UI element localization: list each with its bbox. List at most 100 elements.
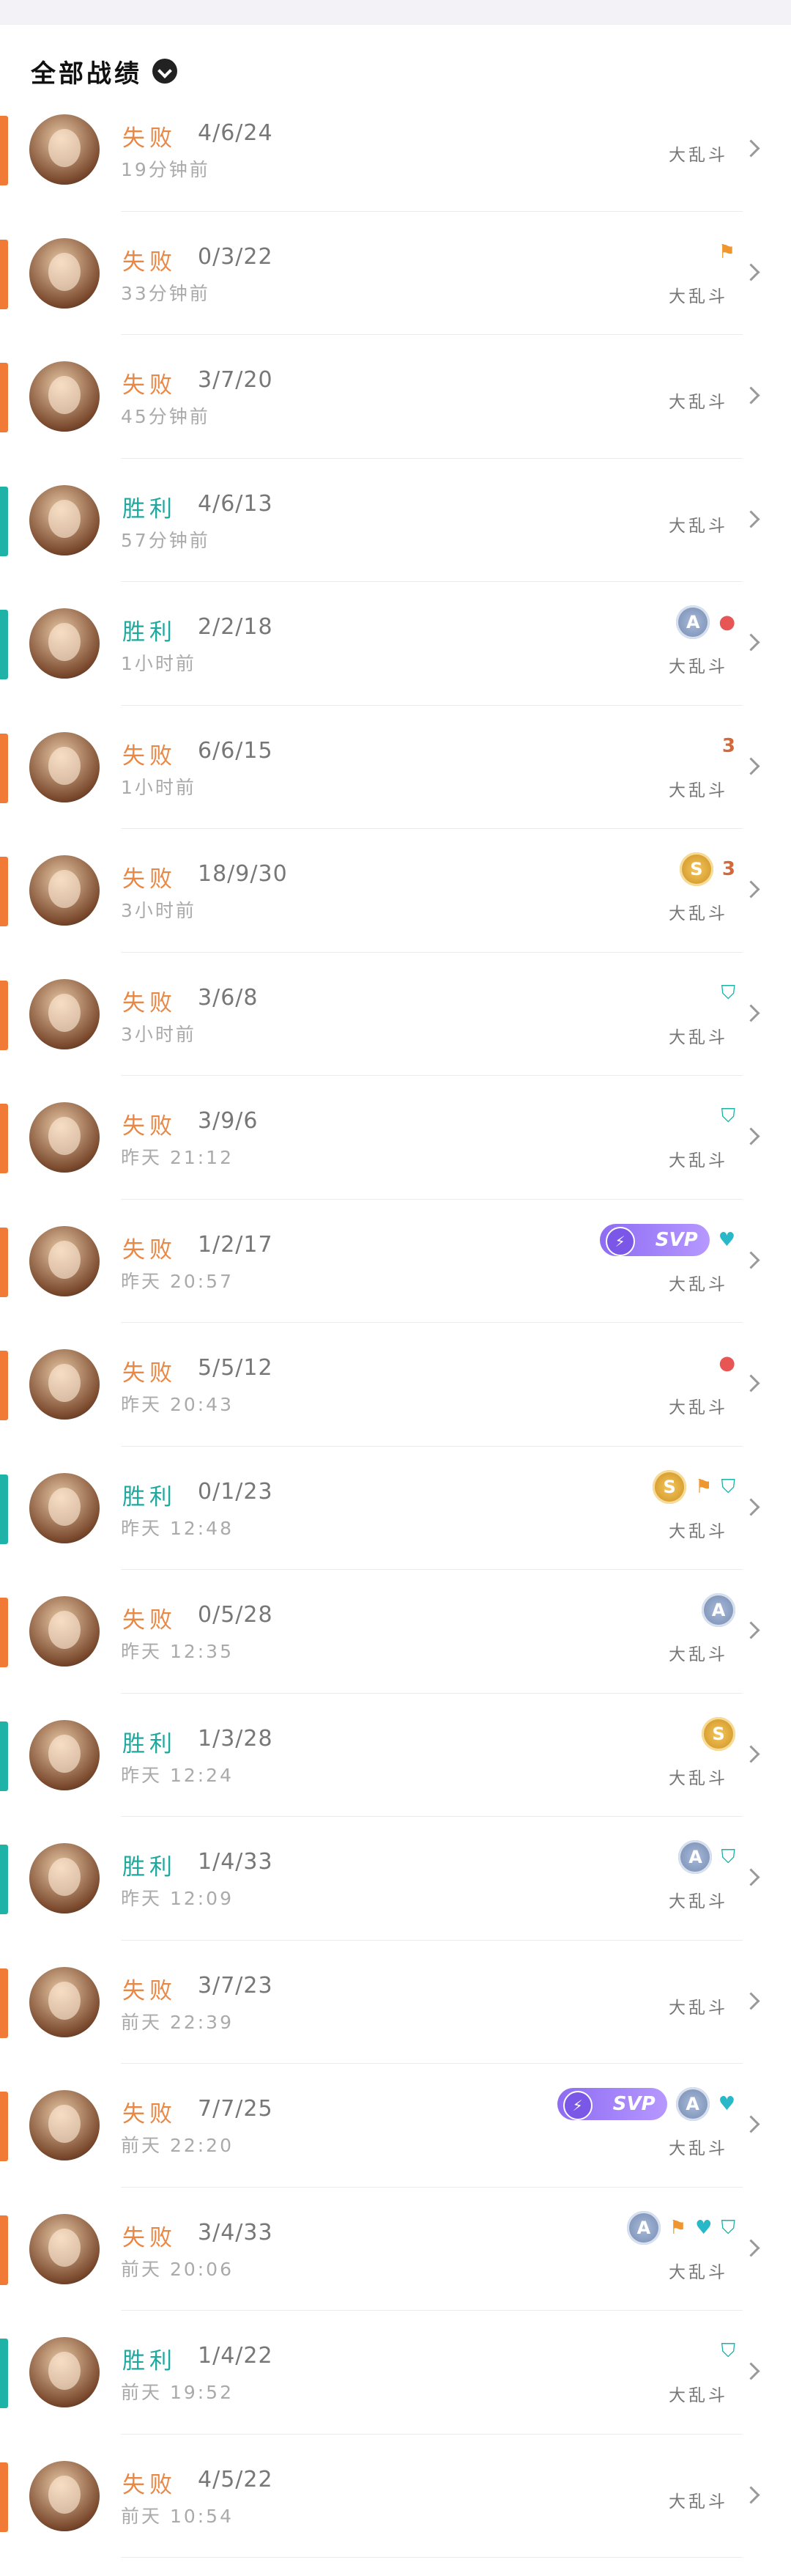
- chevron-right-icon[interactable]: [742, 386, 760, 405]
- match-time: 前天 22:20: [121, 2135, 234, 2156]
- match-kda: 1/4/33: [198, 1849, 273, 1875]
- match-badges: SVPA ♥: [557, 2086, 735, 2122]
- match-row[interactable]: 失败 3/6/8 3小时前 ⛉ 大乱斗: [0, 953, 791, 1076]
- chevron-right-icon[interactable]: [742, 509, 760, 528]
- champion-avatar: [29, 2460, 100, 2531]
- champion-avatar: [29, 1843, 100, 1913]
- chevron-right-icon[interactable]: [742, 1003, 760, 1022]
- chevron-right-icon[interactable]: [742, 262, 760, 281]
- match-kda: 3/9/6: [198, 1108, 259, 1134]
- champion-avatar: [29, 2213, 100, 2284]
- match-result: 失败: [122, 1977, 177, 2004]
- chevron-right-icon[interactable]: [742, 1250, 760, 1269]
- match-badges: ⛉: [721, 1098, 735, 1134]
- match-row[interactable]: 胜利 1/4/33 昨天 12:09 A ⛉ 大乱斗: [0, 1817, 791, 1941]
- match-result: 胜利: [122, 2348, 177, 2374]
- match-row[interactable]: 失败 7/7/25 前天 22:20 SVPA ♥ 大乱斗: [0, 2064, 791, 2188]
- match-row[interactable]: 失败 3/7/23 前天 22:39 大乱斗: [0, 1941, 791, 2064]
- match-time: 前天 19:52: [121, 2382, 234, 2403]
- result-indicator-bar: [0, 1845, 8, 1914]
- chevron-right-icon[interactable]: [742, 2485, 760, 2504]
- chevron-right-icon[interactable]: [742, 1374, 760, 1392]
- result-indicator-bar: [0, 363, 8, 432]
- match-row[interactable]: 失败 1/2/17 昨天 20:57 SVP ♥ 大乱斗: [0, 1200, 791, 1323]
- chevron-right-icon[interactable]: [742, 1868, 760, 1886]
- shield-icon: ⛉: [721, 1475, 735, 1498]
- game-mode: 大乱斗: [669, 1521, 728, 1541]
- match-kda: 2/2/18: [198, 614, 273, 640]
- match-kda: 4/5/22: [198, 2466, 273, 2492]
- champion-avatar: [29, 978, 100, 1049]
- match-time: 昨天 12:24: [121, 1764, 234, 1786]
- match-kda: 1/3/28: [198, 1725, 273, 1752]
- chevron-right-icon[interactable]: [742, 2238, 760, 2257]
- match-result: 失败: [122, 866, 177, 893]
- match-row[interactable]: 胜利 4/6/13 57分钟前 大乱斗: [0, 459, 791, 582]
- match-row[interactable]: 失败 3/4/33 前天 20:06 A ⚑ ♥ ⛉ 大乱斗: [0, 2188, 791, 2311]
- match-kda: 7/7/25: [198, 2096, 273, 2122]
- top-spacer-bar: [0, 0, 791, 25]
- match-time: 1小时前: [121, 653, 196, 674]
- chevron-right-icon[interactable]: [742, 2115, 760, 2133]
- match-result: 胜利: [122, 1854, 177, 1881]
- match-row[interactable]: 失败 18/9/30 3小时前 S3 大乱斗: [0, 829, 791, 953]
- match-badges: 3: [722, 728, 735, 764]
- chevron-right-icon[interactable]: [742, 1621, 760, 1639]
- shield-icon: ⛉: [721, 981, 735, 1004]
- match-row[interactable]: 胜利 1/3/28 昨天 12:24 S 大乱斗: [0, 1694, 791, 1817]
- match-row[interactable]: 失败 0/5/28 昨天 12:35 A 大乱斗: [0, 1570, 791, 1694]
- flag-icon: ⚑: [669, 2216, 687, 2239]
- match-row[interactable]: 失败 3/7/20 45分钟前 大乱斗: [0, 335, 791, 459]
- chevron-right-icon[interactable]: [742, 756, 760, 775]
- match-kda: 3/6/8: [198, 984, 259, 1011]
- result-indicator-bar: [0, 1227, 8, 1297]
- heal-icon: ♥: [718, 2093, 735, 2115]
- match-badges: S ⚑ ⛉: [653, 1469, 735, 1505]
- match-time: 3小时前: [121, 1023, 196, 1045]
- champion-avatar: [29, 731, 100, 802]
- match-row[interactable]: 失败 4/6/24 19分钟前 大乱斗: [0, 88, 791, 212]
- match-row[interactable]: 失败 5/5/12 昨天 20:43 ● 大乱斗: [0, 1323, 791, 1447]
- chevron-right-icon[interactable]: [742, 880, 760, 898]
- champion-avatar: [29, 1472, 100, 1543]
- match-kda: 1/2/17: [198, 1231, 273, 1258]
- match-time: 57分钟前: [121, 529, 210, 551]
- match-row[interactable]: 胜利 0/1/23 昨天 12:48 S ⚑ ⛉ 大乱斗: [0, 1447, 791, 1570]
- chevron-right-icon[interactable]: [742, 1497, 760, 1516]
- game-mode: 大乱斗: [669, 1274, 728, 1294]
- match-row[interactable]: 失败 3/9/6 昨天 21:12 ⛉ 大乱斗: [0, 1076, 791, 1200]
- match-row[interactable]: 胜利 1/4/22 前天 19:52 ⛉ 大乱斗: [0, 2311, 791, 2435]
- chevron-right-icon[interactable]: [742, 139, 760, 158]
- heal-icon: ♥: [718, 1228, 735, 1251]
- match-time: 前天 22:39: [121, 2011, 234, 2033]
- match-row[interactable]: 胜利 2/2/18 1小时前 A ● 大乱斗: [0, 582, 791, 706]
- chevron-right-icon[interactable]: [742, 2362, 760, 2380]
- match-time: 昨天 21:12: [121, 1147, 234, 1168]
- match-filter-title: 全部战绩: [31, 59, 142, 89]
- match-row[interactable]: 失败 4/5/22 前天 10:54 大乱斗: [0, 2435, 791, 2558]
- match-filter-header[interactable]: 全部战绩: [31, 53, 177, 89]
- result-indicator-bar: [0, 2462, 8, 2532]
- row-divider: [121, 2557, 743, 2558]
- medal-A-icon: A: [676, 605, 710, 639]
- shield-icon: ⛉: [721, 2340, 735, 2362]
- chevron-right-icon[interactable]: [742, 633, 760, 652]
- result-indicator-bar: [0, 2215, 8, 2285]
- champion-avatar: [29, 2090, 100, 2160]
- chevron-right-icon[interactable]: [742, 1127, 760, 1145]
- flag-icon: ⚑: [718, 240, 735, 263]
- game-mode: 大乱斗: [669, 1645, 728, 1664]
- chevron-right-icon[interactable]: [742, 1991, 760, 2010]
- chevron-right-icon[interactable]: [742, 1744, 760, 1763]
- game-mode: 大乱斗: [669, 1027, 728, 1047]
- match-kda: 5/5/12: [198, 1355, 273, 1381]
- svp-badge: SVP: [599, 1223, 710, 1256]
- match-result: 胜利: [122, 1483, 177, 1510]
- result-indicator-bar: [0, 1104, 8, 1173]
- match-row[interactable]: 失败 6/6/15 1小时前 3 大乱斗: [0, 706, 791, 829]
- dropdown-caret-icon[interactable]: [152, 59, 177, 84]
- game-mode: 大乱斗: [669, 393, 728, 412]
- result-indicator-bar: [0, 2092, 8, 2161]
- medal-S-icon: S: [679, 852, 713, 886]
- match-row[interactable]: 失败 0/3/22 33分钟前 ⚑ 大乱斗: [0, 212, 791, 335]
